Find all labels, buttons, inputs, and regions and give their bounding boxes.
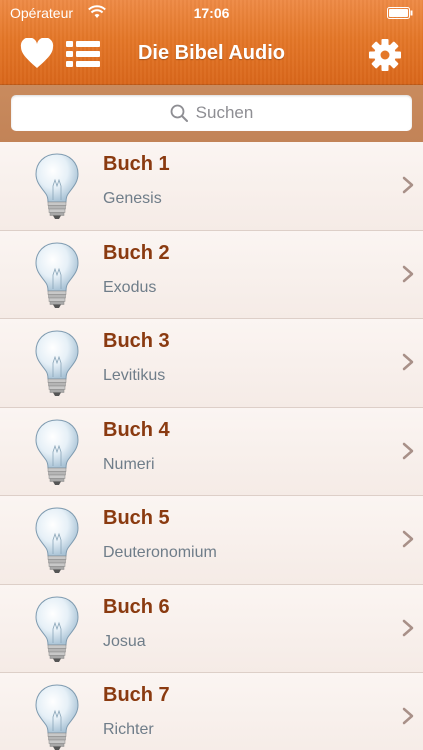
status-time: 17:06 (193, 5, 230, 21)
chevron-right-icon (402, 530, 414, 548)
list-item[interactable]: Buch 2 Exodus (0, 230, 423, 319)
lightbulb-icon (35, 153, 79, 219)
book-name: Levitikus (103, 367, 166, 384)
book-number: Buch 5 (103, 507, 170, 529)
lightbulb-icon (35, 330, 79, 396)
search-placeholder: Suchen (195, 103, 254, 122)
list-item[interactable]: Buch 1 Genesis (0, 142, 423, 231)
status-bar: Opérateur 17:06 (0, 0, 423, 26)
book-name: Numeri (103, 455, 155, 473)
book-name: Deuteronomium (103, 544, 217, 561)
book-number: Buch 3 (103, 330, 170, 352)
gear-icon[interactable] (368, 38, 402, 72)
book-name: Josua (103, 632, 146, 650)
list-item[interactable]: Buch 4 Numeri (0, 407, 423, 496)
list-item[interactable]: Buch 6 Josua (0, 584, 423, 673)
book-list: Buch 1 Genesis Buch 2 Exodus Buch 3 Levi… (0, 142, 423, 750)
book-name: Exodus (103, 278, 157, 296)
page-title: Die Bibel Audio (137, 42, 286, 64)
book-number: Buch 4 (103, 418, 170, 441)
battery-icon (387, 7, 413, 19)
book-number: Buch 6 (103, 595, 170, 618)
chevron-right-icon (402, 442, 414, 459)
chevron-right-icon (402, 265, 414, 282)
search-input[interactable]: Suchen (11, 95, 412, 131)
list-item[interactable]: Buch 5 Deuteronomium (0, 496, 423, 585)
lightbulb-icon (35, 241, 79, 308)
chevron-right-icon (402, 619, 414, 636)
book-number: Buch 2 (103, 241, 170, 264)
book-number: Buch 1 (103, 153, 170, 175)
chevron-right-icon (402, 176, 414, 194)
search-bar: Suchen (0, 85, 423, 142)
list-item[interactable]: Buch 3 Levitikus (0, 319, 423, 408)
list-item[interactable]: Buch 7 Richter (0, 673, 423, 750)
lightbulb-icon (35, 418, 79, 485)
nav-bar: Die Bibel Audio (0, 26, 423, 85)
book-name: Richter (103, 721, 154, 738)
lightbulb-icon (35, 684, 79, 750)
lightbulb-icon (35, 595, 79, 662)
book-name: Genesis (103, 190, 162, 207)
book-number: Buch 7 (103, 684, 170, 706)
lightbulb-icon (35, 507, 79, 573)
header: Opérateur 17:06 Die Bibel Audio (0, 0, 423, 85)
chevron-right-icon (402, 707, 414, 725)
chevron-right-icon (402, 353, 414, 371)
search-icon (170, 104, 188, 122)
